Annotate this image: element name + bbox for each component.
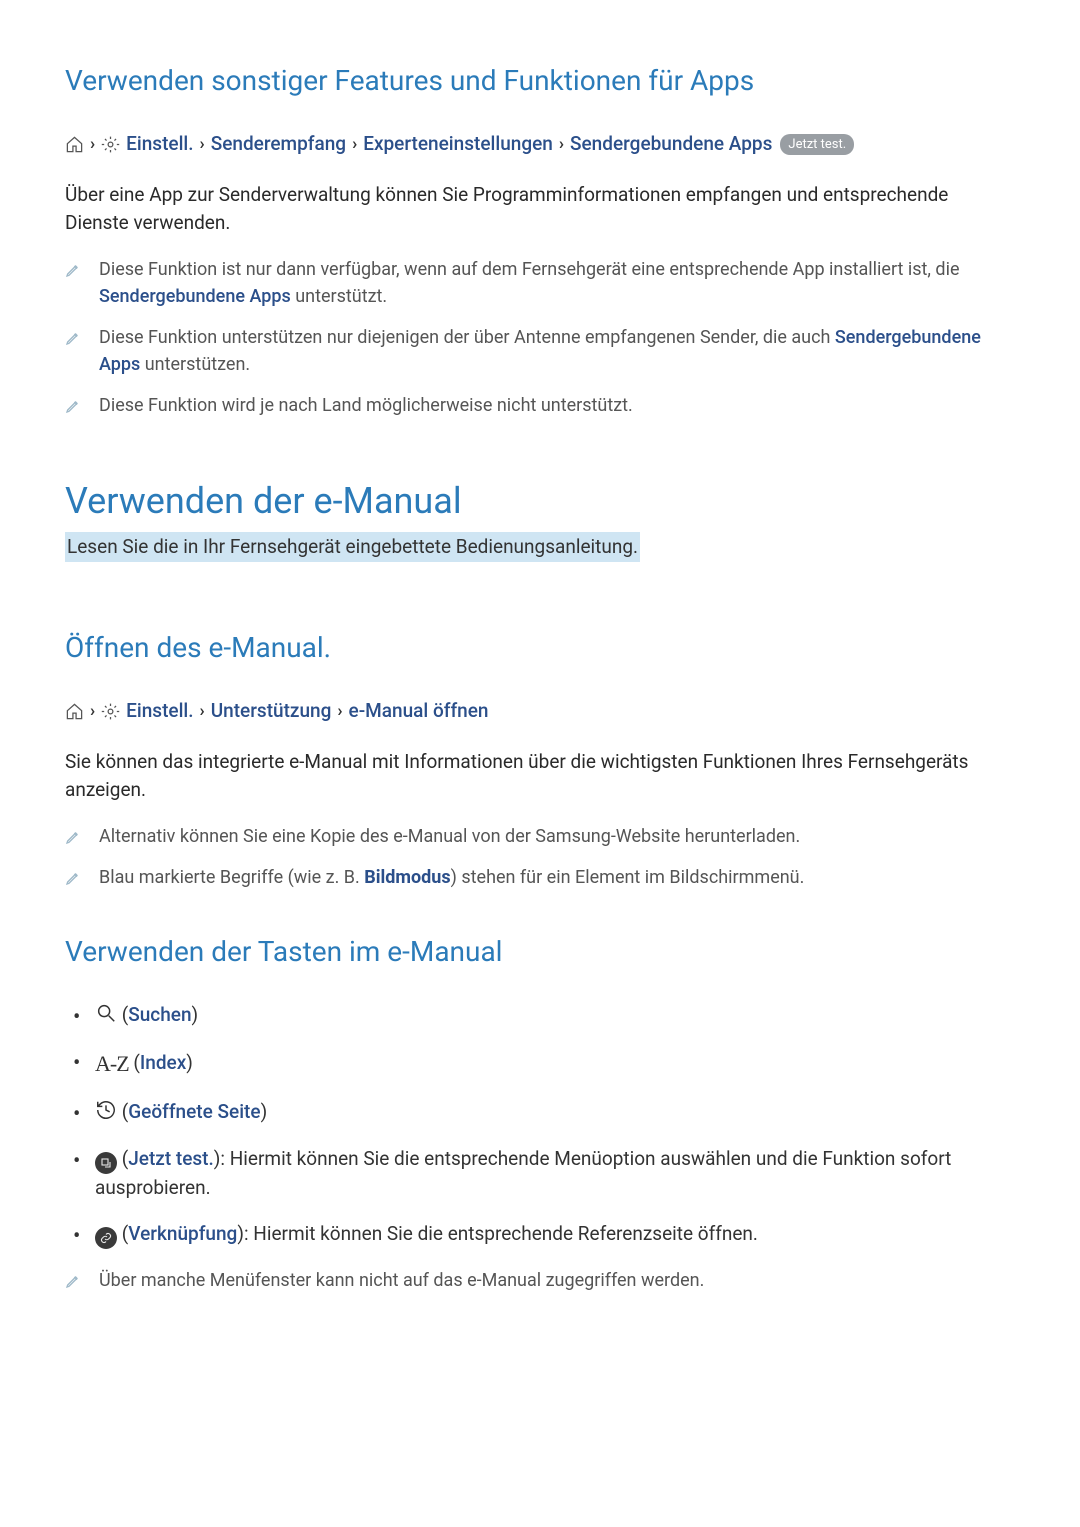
chevron-icon: ›: [559, 132, 564, 158]
gear-icon: [101, 702, 120, 721]
gear-icon: [101, 135, 120, 154]
opened-page-label: Geöffnete Seite: [128, 1100, 260, 1123]
list-item-link: (Verknüpfung): Hiermit können Sie die en…: [95, 1220, 1015, 1249]
try-now-pill[interactable]: Jetzt test.: [780, 134, 854, 156]
emanual-subtitle: Lesen Sie die in Ihr Fernsehgerät eingeb…: [65, 532, 640, 563]
section-title-buttons: Verwenden der Tasten im e-Manual: [65, 931, 1015, 973]
az-index-icon: A-Z: [95, 1051, 129, 1076]
chevron-icon: ›: [90, 132, 95, 158]
emanual-buttons-list: (Suchen) A-Z (Index) (Geöffnete Seite) (…: [65, 1001, 1015, 1250]
pencil-icon: [65, 864, 81, 891]
note-text: unterstützt.: [291, 286, 387, 307]
index-label: Index: [140, 1051, 186, 1074]
note-item: Alternativ können Sie eine Kopie des e-M…: [65, 823, 1015, 850]
note-item: Diese Funktion unterstützen nur diejenig…: [65, 324, 1015, 378]
note-text: Diese Funktion unterstützen nur diejenig…: [99, 327, 835, 348]
try-now-desc: : Hiermit können Sie die entsprechende M…: [95, 1147, 951, 1199]
breadcrumb-support[interactable]: Unterstützung: [211, 697, 332, 726]
note-item: Diese Funktion wird je nach Land möglich…: [65, 392, 1015, 419]
note-text: unterstützen.: [140, 354, 250, 375]
section-title-open-emanual: Öffnen des e-Manual.: [65, 627, 1015, 669]
home-icon: [65, 135, 84, 154]
note-text: ) stehen für ein Element im Bildschirmme…: [451, 867, 805, 888]
link-badge-icon: [95, 1227, 117, 1249]
section4-notes: Über manche Menüfenster kann nicht auf d…: [65, 1267, 1015, 1294]
breadcrumb-emanual: › Einstell. › Unterstützung › e-Manual ö…: [65, 697, 1015, 726]
history-icon: [95, 1100, 122, 1123]
pencil-icon: [65, 392, 81, 419]
chevron-icon: ›: [352, 132, 357, 158]
section3-notes: Alternativ können Sie eine Kopie des e-M…: [65, 823, 1015, 891]
breadcrumb-open-emanual[interactable]: e-Manual öffnen: [349, 697, 489, 726]
note-text: Diese Funktion wird je nach Land möglich…: [99, 392, 1015, 419]
note-emph-bold: Bildmodus: [364, 867, 450, 888]
note-text: Diese Funktion ist nur dann verfügbar, w…: [99, 259, 960, 280]
section1-body: Über eine App zur Senderverwaltung könne…: [65, 181, 1015, 238]
chevron-icon: ›: [200, 699, 205, 725]
list-item-try-now: (Jetzt test.): Hiermit können Sie die en…: [95, 1145, 1015, 1203]
list-item-opened-page: (Geöffnete Seite): [95, 1098, 1015, 1127]
note-item: Diese Funktion ist nur dann verfügbar, w…: [65, 256, 1015, 310]
note-item: Über manche Menüfenster kann nicht auf d…: [65, 1267, 1015, 1294]
note-emph: Sendergebundene Apps: [99, 286, 291, 307]
list-item-index: A-Z (Index): [95, 1047, 1015, 1080]
pencil-icon: [65, 324, 81, 351]
note-text: Über manche Menüfenster kann nicht auf d…: [99, 1267, 1015, 1294]
breadcrumb-experten[interactable]: Experteneinstellungen: [363, 130, 553, 159]
link-desc: : Hiermit können Sie die entsprechende R…: [244, 1222, 758, 1245]
list-item-search: (Suchen): [95, 1001, 1015, 1030]
pencil-icon: [65, 256, 81, 283]
chevron-icon: ›: [90, 699, 95, 725]
try-now-label: Jetzt test.: [128, 1147, 214, 1170]
home-icon: [65, 702, 84, 721]
breadcrumb-einstell[interactable]: Einstell.: [126, 697, 193, 726]
breadcrumb-apps: › Einstell. › Senderempfang › Expertenei…: [65, 130, 1015, 159]
chevron-icon: ›: [337, 699, 342, 725]
section-title-apps: Verwenden sonstiger Features und Funktio…: [65, 60, 1015, 102]
note-text: Blau markierte Begriffe (wie z. B.: [99, 867, 364, 888]
breadcrumb-einstell[interactable]: Einstell.: [126, 130, 193, 159]
main-title-emanual: Verwenden der e-Manual: [65, 474, 1015, 528]
note-item: Blau markierte Begriffe (wie z. B. Bildm…: [65, 864, 1015, 891]
search-icon: [95, 1003, 122, 1026]
link-label: Verknüpfung: [128, 1222, 237, 1245]
chevron-icon: ›: [200, 132, 205, 158]
breadcrumb-senderempfang[interactable]: Senderempfang: [211, 130, 346, 159]
section1-notes: Diese Funktion ist nur dann verfügbar, w…: [65, 256, 1015, 419]
note-text: Alternativ können Sie eine Kopie des e-M…: [99, 823, 1015, 850]
try-now-badge-icon: [95, 1152, 117, 1174]
section3-body: Sie können das integrierte e-Manual mit …: [65, 748, 1015, 805]
breadcrumb-apps-link[interactable]: Sendergebundene Apps: [570, 130, 772, 159]
pencil-icon: [65, 823, 81, 850]
search-label: Suchen: [128, 1003, 191, 1026]
pencil-icon: [65, 1267, 81, 1294]
